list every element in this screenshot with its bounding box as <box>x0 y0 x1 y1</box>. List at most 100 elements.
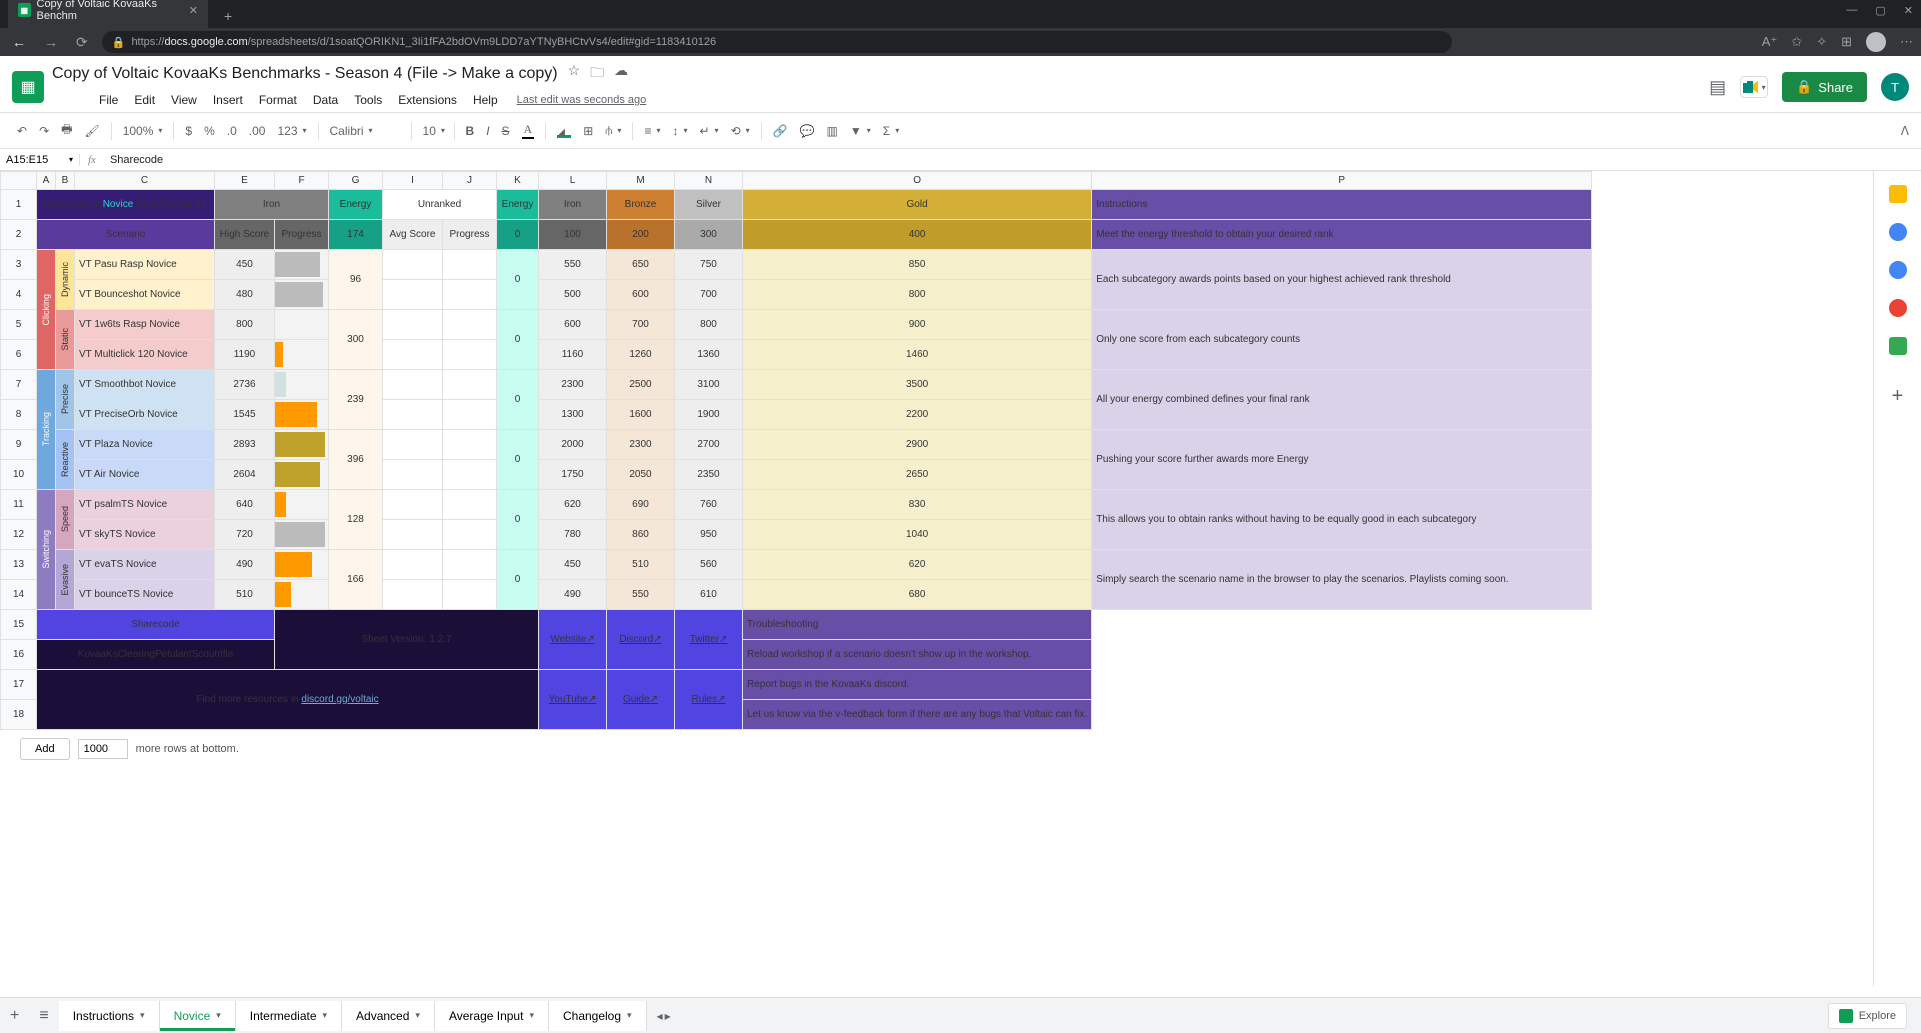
close-icon[interactable]: ✕ <box>1904 4 1913 17</box>
wrap-button[interactable]: ↵ <box>694 120 723 142</box>
window-controls[interactable]: — ▢ ✕ <box>1846 4 1913 17</box>
website-link[interactable]: Website↗ <box>539 610 607 670</box>
col-header[interactable]: A <box>37 172 56 190</box>
spreadsheet-grid[interactable]: A B C E F G I J K L M N O P 1 Voltaic Kv… <box>0 171 1873 986</box>
youtube-link[interactable]: YouTube↗ <box>539 670 607 730</box>
menu-tools[interactable]: Tools <box>347 90 389 110</box>
move-icon[interactable]: 🗀 <box>590 62 604 86</box>
subcat-dynamic[interactable]: Dynamic <box>56 250 75 310</box>
read-aloud-icon[interactable]: A⁺ <box>1762 34 1778 50</box>
formula-input[interactable]: Sharecode <box>104 154 1921 166</box>
fontsize-select[interactable]: 10 <box>418 120 448 142</box>
profile-avatar[interactable] <box>1866 32 1886 52</box>
currency-button[interactable]: $ <box>180 120 197 142</box>
col-header[interactable]: B <box>56 172 75 190</box>
document-title[interactable]: Copy of Voltaic KovaaKs Benchmarks - Sea… <box>52 65 558 83</box>
merge-button[interactable]: ⫛ <box>600 119 626 142</box>
browser-tab[interactable]: ▦ Copy of Voltaic KovaaKs Benchm ✕ <box>8 0 208 28</box>
col-header[interactable]: K <box>497 172 539 190</box>
calendar-icon[interactable] <box>1889 185 1907 203</box>
minimize-icon[interactable]: — <box>1846 4 1857 17</box>
keep-icon[interactable] <box>1889 223 1907 241</box>
collections-icon[interactable]: ✧ <box>1816 34 1827 50</box>
filter-button[interactable]: ▼ <box>845 120 876 142</box>
add-sheet-button[interactable]: + <box>0 1001 29 1031</box>
percent-button[interactable]: % <box>199 120 220 142</box>
tab-instructions[interactable]: Instructions▾ <box>59 1001 160 1031</box>
cloud-icon[interactable]: ☁ <box>614 62 628 86</box>
tab-changelog[interactable]: Changelog▾ <box>549 1001 647 1031</box>
comments-icon[interactable]: ▤ <box>1709 77 1726 98</box>
col-header[interactable]: G <box>329 172 383 190</box>
select-all-cell[interactable] <box>1 172 37 190</box>
address-bar[interactable]: 🔒 https://docs.google.com/spreadsheets/d… <box>102 31 1452 53</box>
share-button[interactable]: 🔒 Share <box>1782 72 1867 102</box>
menu-help[interactable]: Help <box>466 90 505 110</box>
add-rows-button[interactable]: Add <box>20 738 70 760</box>
functions-button[interactable]: Σ <box>878 120 904 142</box>
browser-menu-icon[interactable]: ⋯ <box>1900 34 1913 50</box>
extensions-icon[interactable]: ⊞ <box>1841 34 1852 50</box>
category-clicking[interactable]: Clicking <box>37 250 56 370</box>
col-header[interactable]: C <box>75 172 215 190</box>
favorite-icon[interactable]: ✩ <box>1791 34 1802 50</box>
meet-button[interactable] <box>1740 76 1768 98</box>
link-button[interactable]: 🔗 <box>768 120 793 142</box>
tab-intermediate[interactable]: Intermediate▾ <box>236 1001 342 1031</box>
contacts-icon[interactable] <box>1889 299 1907 317</box>
tab-average-input[interactable]: Average Input▾ <box>435 1001 549 1031</box>
menu-view[interactable]: View <box>164 90 204 110</box>
menu-format[interactable]: Format <box>252 90 304 110</box>
discord-resource-link[interactable]: discord.gg/voltaic <box>301 694 378 705</box>
scenario-cell[interactable]: VT Pasu Rasp Novice <box>75 250 215 280</box>
all-sheets-button[interactable]: ≡ <box>29 1001 58 1031</box>
explore-button[interactable]: Explore <box>1828 1003 1907 1029</box>
tab-right-icon[interactable]: ▸ <box>665 1009 671 1023</box>
tab-advanced[interactable]: Advanced▾ <box>342 1001 435 1031</box>
star-icon[interactable]: ☆ <box>568 62 581 86</box>
col-header[interactable]: M <box>607 172 675 190</box>
maps-icon[interactable] <box>1889 337 1907 355</box>
redo-button[interactable]: ↷ <box>34 120 54 142</box>
col-header[interactable]: I <box>383 172 443 190</box>
menu-file[interactable]: File <box>92 90 125 110</box>
col-header[interactable]: J <box>443 172 497 190</box>
fill-color-button[interactable] <box>552 120 576 142</box>
add-addon-icon[interactable]: + <box>1892 385 1904 408</box>
maximize-icon[interactable]: ▢ <box>1875 4 1885 17</box>
halign-button[interactable]: ≡ <box>639 120 665 142</box>
zoom-select[interactable]: 100% <box>118 120 168 142</box>
last-edit-link[interactable]: Last edit was seconds ago <box>517 94 647 106</box>
tab-close-icon[interactable]: ✕ <box>189 4 198 17</box>
chart-button[interactable]: ▥ <box>822 120 843 142</box>
italic-button[interactable]: I <box>481 120 494 142</box>
borders-button[interactable]: ⊞ <box>578 120 598 142</box>
back-button[interactable]: ← <box>8 32 30 52</box>
menu-edit[interactable]: Edit <box>127 90 162 110</box>
col-header[interactable]: L <box>539 172 607 190</box>
forward-button[interactable]: → <box>40 32 62 52</box>
increase-decimal-button[interactable]: .00 <box>244 120 271 142</box>
tasks-icon[interactable] <box>1889 261 1907 279</box>
rotate-button[interactable]: ⟲ <box>726 120 755 142</box>
text-color-button[interactable]: A <box>517 118 540 143</box>
undo-button[interactable]: ↶ <box>12 120 32 142</box>
col-header[interactable]: P <box>1092 172 1592 190</box>
print-button[interactable]: 🖶 <box>56 116 77 145</box>
menu-extensions[interactable]: Extensions <box>391 90 464 110</box>
number-format-button[interactable]: 123 <box>272 120 311 142</box>
reload-button[interactable]: ⟳ <box>72 32 92 53</box>
sharecode-value[interactable]: KovaaKsClearingPetulantScoutrifle <box>37 640 275 670</box>
comment-button[interactable]: 💬 <box>795 120 820 142</box>
rows-count-input[interactable] <box>78 739 128 759</box>
tab-left-icon[interactable]: ◂ <box>657 1009 663 1023</box>
col-header[interactable]: E <box>215 172 275 190</box>
benchmark-title[interactable]: Voltaic KvKs Novice Benchmarks S4 <box>37 190 215 220</box>
sharecode-header[interactable]: Sharecode <box>37 610 275 640</box>
paint-format-button[interactable]: 🖌 <box>79 120 104 142</box>
tab-novice[interactable]: Novice▾ <box>160 1001 236 1031</box>
name-box[interactable]: A15:E15▾ <box>0 154 80 166</box>
account-avatar[interactable]: T <box>1881 73 1909 101</box>
menu-insert[interactable]: Insert <box>206 90 250 110</box>
sheets-logo-icon[interactable]: ▦ <box>12 71 44 103</box>
